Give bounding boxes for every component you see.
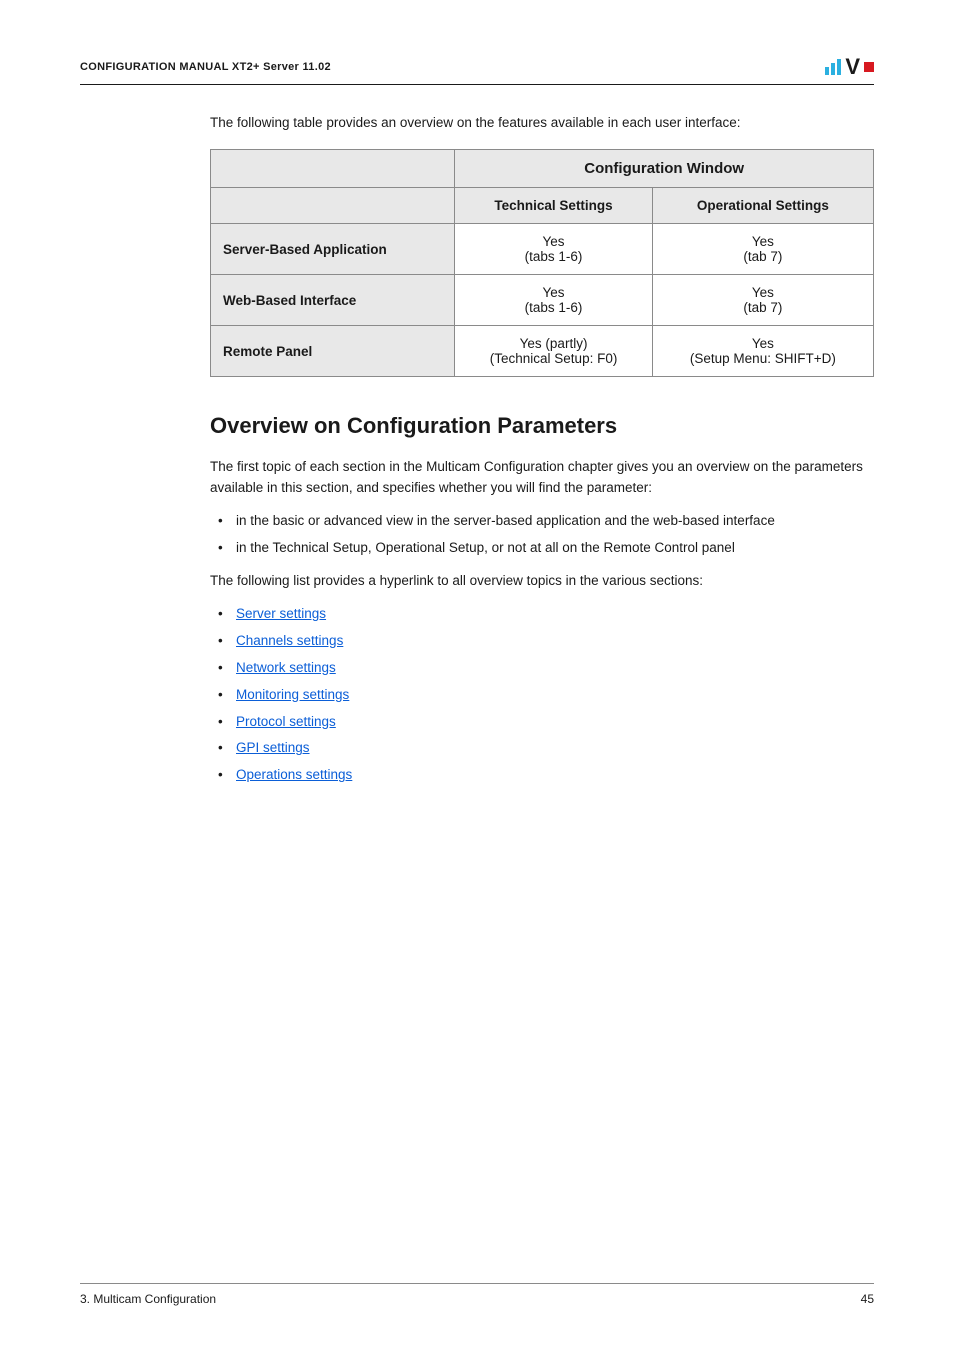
content-body: The following table provides an overview… [210, 113, 874, 786]
link-list: Server settings Channels settings Networ… [210, 604, 874, 786]
list-item: in the Technical Setup, Operational Setu… [210, 538, 874, 559]
link-protocol-settings[interactable]: Protocol settings [236, 714, 336, 729]
brand-logo: V [825, 56, 874, 78]
table-header-op: Operational Settings [652, 188, 873, 224]
list-item: Protocol settings [210, 712, 874, 733]
list-item: Server settings [210, 604, 874, 625]
table-row: Web-Based Interface Yes (tabs 1-6) Yes (… [211, 275, 874, 326]
table-header-config: Configuration Window [455, 150, 874, 188]
list-item: Channels settings [210, 631, 874, 652]
table-row: Server-Based Application Yes (tabs 1-6) … [211, 224, 874, 275]
logo-bars-icon [825, 59, 841, 75]
logo-square-icon [864, 62, 874, 72]
list-item: Network settings [210, 658, 874, 679]
page-header: CONFIGURATION MANUAL XT2+ Server 11.02 V [80, 56, 874, 85]
table-empty-cell [211, 150, 455, 188]
cell-tech: Yes (partly) (Technical Setup: F0) [455, 326, 652, 377]
cell-op: Yes (Setup Menu: SHIFT+D) [652, 326, 873, 377]
para2: The following list provides a hyperlink … [210, 571, 874, 592]
header-title: CONFIGURATION MANUAL XT2+ Server 11.02 [80, 61, 331, 73]
list-item: Operations settings [210, 765, 874, 786]
row-head: Web-Based Interface [211, 275, 455, 326]
link-server-settings[interactable]: Server settings [236, 606, 326, 621]
para1: The first topic of each section in the M… [210, 457, 874, 499]
link-operations-settings[interactable]: Operations settings [236, 767, 352, 782]
row-head: Server-Based Application [211, 224, 455, 275]
cell-op: Yes (tab 7) [652, 275, 873, 326]
intro-text: The following table provides an overview… [210, 113, 874, 133]
list-item: GPI settings [210, 738, 874, 759]
link-channels-settings[interactable]: Channels settings [236, 633, 343, 648]
feature-table: Configuration Window Technical Settings … [210, 149, 874, 377]
cell-tech: Yes (tabs 1-6) [455, 275, 652, 326]
link-network-settings[interactable]: Network settings [236, 660, 336, 675]
table-header-tech: Technical Settings [455, 188, 652, 224]
footer-left: 3. Multicam Configuration [80, 1292, 216, 1306]
table-row: Remote Panel Yes (partly) (Technical Set… [211, 326, 874, 377]
list-item: in the basic or advanced view in the ser… [210, 511, 874, 532]
bullet-list-1: in the basic or advanced view in the ser… [210, 511, 874, 559]
cell-op: Yes (tab 7) [652, 224, 873, 275]
logo-v-icon: V [845, 56, 860, 78]
link-gpi-settings[interactable]: GPI settings [236, 740, 310, 755]
section-heading: Overview on Configuration Parameters [210, 413, 874, 439]
page-footer: 3. Multicam Configuration 45 [80, 1283, 874, 1306]
table-empty-cell [211, 188, 455, 224]
cell-tech: Yes (tabs 1-6) [455, 224, 652, 275]
row-head: Remote Panel [211, 326, 455, 377]
link-monitoring-settings[interactable]: Monitoring settings [236, 687, 349, 702]
list-item: Monitoring settings [210, 685, 874, 706]
footer-page-number: 45 [861, 1292, 874, 1306]
